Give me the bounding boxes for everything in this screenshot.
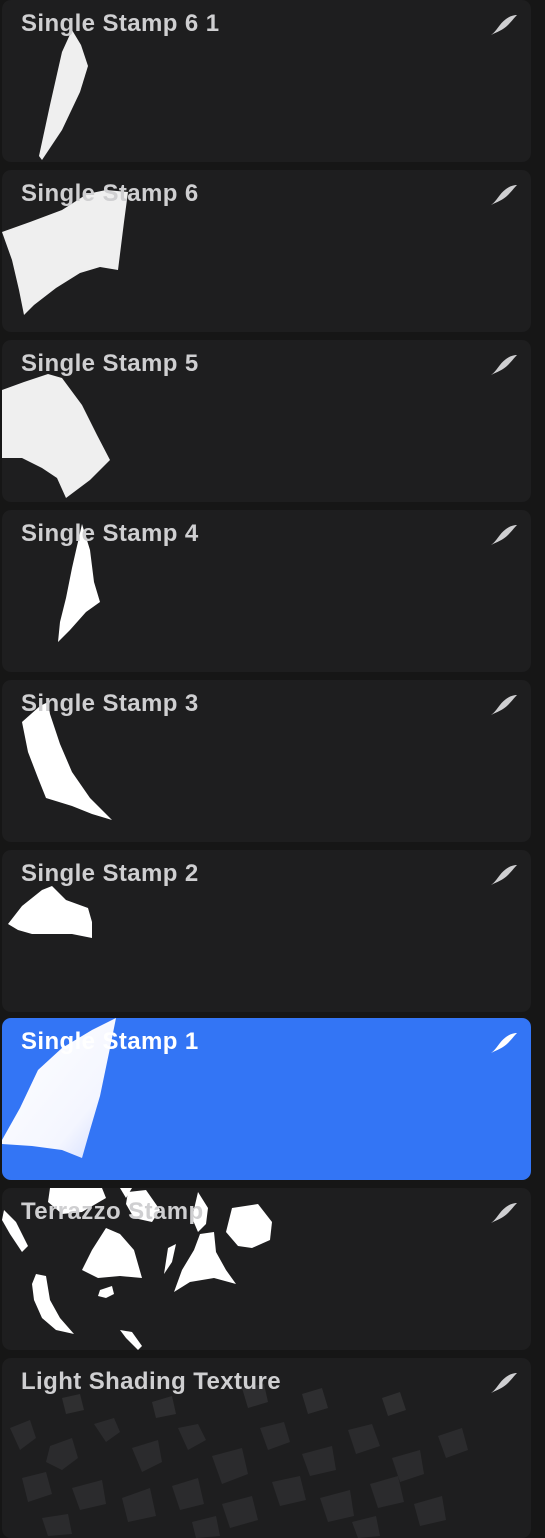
brush-item-single-stamp-2[interactable]: Single Stamp 2 [2, 850, 531, 1012]
procreate-brush-icon [491, 355, 517, 375]
brush-item-light-shading-texture[interactable]: Light Shading Texture [2, 1358, 531, 1538]
procreate-brush-icon [491, 865, 517, 885]
brush-library-list: Single Stamp 6 1 Single Stamp 6 Single S… [0, 0, 545, 1538]
brush-item-single-stamp-1[interactable]: Single Stamp 1 [2, 1018, 531, 1180]
brush-name: Single Stamp 4 [21, 520, 199, 547]
brush-item-single-stamp-3[interactable]: Single Stamp 3 [2, 680, 531, 842]
brush-item-single-stamp-6[interactable]: Single Stamp 6 [2, 170, 531, 332]
procreate-brush-icon [491, 15, 517, 35]
procreate-brush-icon [491, 695, 517, 715]
brush-name: Terrazzo Stamp [21, 1198, 204, 1225]
brush-name: Single Stamp 5 [21, 350, 199, 377]
brush-item-single-stamp-4[interactable]: Single Stamp 4 [2, 510, 531, 672]
brush-name: Single Stamp 2 [21, 860, 199, 887]
brush-item-single-stamp-5[interactable]: Single Stamp 5 [2, 340, 531, 502]
brush-name: Light Shading Texture [21, 1368, 281, 1395]
brush-item-single-stamp-6-1[interactable]: Single Stamp 6 1 [2, 0, 531, 162]
brush-name: Single Stamp 1 [21, 1028, 199, 1055]
brush-name: Single Stamp 6 [21, 180, 199, 207]
brush-item-terrazzo-stamp[interactable]: Terrazzo Stamp [2, 1188, 531, 1350]
procreate-brush-icon [491, 1373, 517, 1393]
procreate-brush-icon [491, 1033, 517, 1053]
brush-name: Single Stamp 3 [21, 690, 199, 717]
procreate-brush-icon [491, 1203, 517, 1223]
procreate-brush-icon [491, 525, 517, 545]
procreate-brush-icon [491, 185, 517, 205]
brush-name: Single Stamp 6 1 [21, 10, 220, 37]
